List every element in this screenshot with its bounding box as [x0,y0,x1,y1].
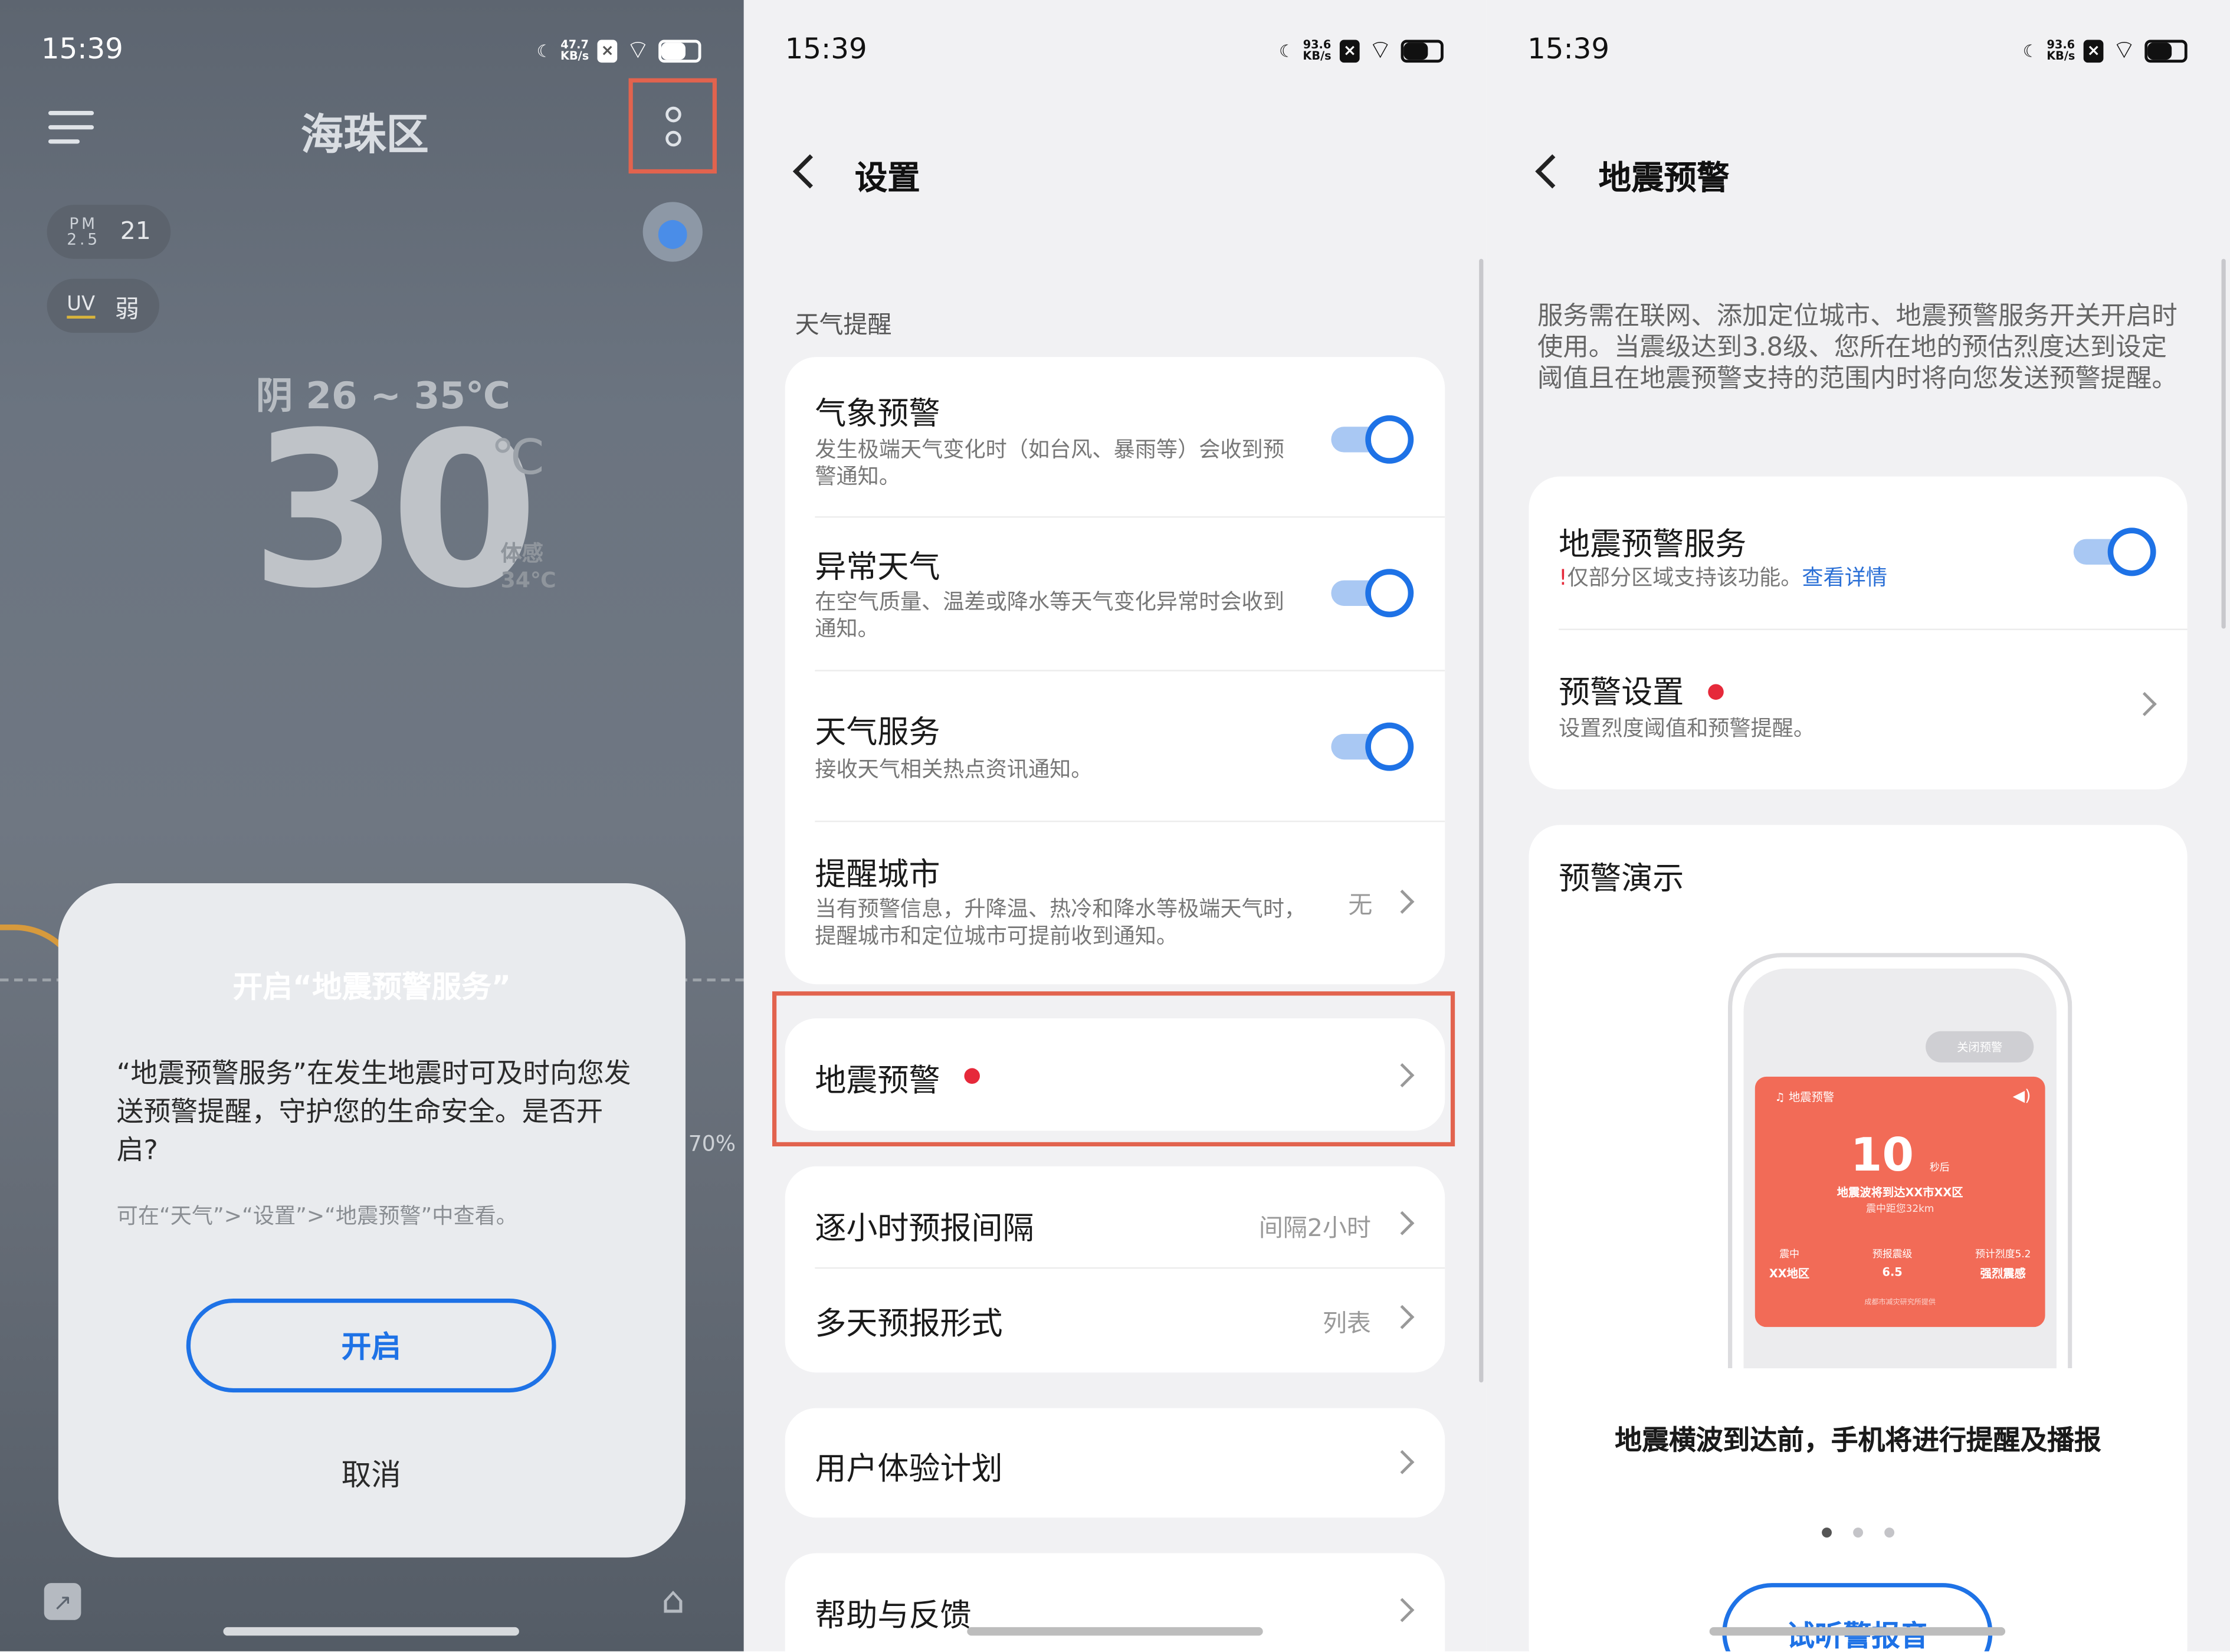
battery-icon [1401,39,1444,62]
weather-alerts-card: 气象预警 发生极端天气变化时（如台风、暴雨等）会收到预警通知。 异常天气 在空气… [785,357,1445,985]
chevron-right-icon [1390,1063,1415,1087]
listen-alarm-button[interactable]: 试听警报音 [1722,1583,1993,1651]
service-description: 服务需在联网、添加定位城市、地震预警服务开关开启时使用。当震级达到3.8级、您所… [1537,301,2177,394]
temperature-unit: ℃ [490,430,545,487]
setting-row-hourly-interval[interactable]: 逐小时预报间隔 间隔2小时 [785,1166,1445,1267]
earthquake-service-toggle[interactable] [2073,527,2156,576]
gesture-bar [967,1627,1263,1636]
new-badge-dot [1708,684,1724,700]
warning-demo-card: 预警演示 关闭预警 ♫ 地震预警 ◀) 10 秒后 地震波将到达XX市XX区 震… [1529,825,2188,1651]
chevron-right-icon [1390,1598,1415,1622]
map-icon[interactable]: ⬤ [642,202,703,262]
setting-row-weather-service[interactable]: 天气服务 接收天气相关热点资讯通知。 [785,670,1445,821]
dialog-hint: 可在“天气”>“设置”>“地震预警”中查看。 [116,1203,517,1229]
chevron-right-icon [1390,1450,1415,1474]
gesture-bar [1709,1627,2006,1636]
setting-row-abnormal-weather[interactable]: 异常天气 在空气质量、温差或降水等天气变化异常时会收到通知。 [785,516,1445,670]
chevron-right-icon [1390,1304,1415,1329]
earthquake-service-card: 地震预警服务 !仅部分区域支持该功能。查看详情 预警设置 设置烈度阈值和预警提醒… [1529,476,2188,789]
demo-caption: 地震横波到达前，手机将进行提醒及播报 [1615,1425,2101,1457]
status-bar: 15:39 ☾ 93.6 KB/s × ⌔ [1486,25,2230,74]
bell-icon: ♫ [1775,1091,1785,1104]
feels-like: 体感 34℃ [500,540,556,594]
moon-icon: ☾ [536,40,552,61]
earthquake-screen: 15:39 ☾ 93.6 KB/s × ⌔ 地震预警 服务需在联网、添加定位城市、… [1486,0,2230,1651]
network-speed: 93.6 KB/s [2047,37,2075,62]
dialog-body: “地震预警服务”在发生地震时可及时向您发送预警提醒，守护您的生命安全。是否开启? [116,1058,631,1166]
wifi-icon: ⌔ [2112,35,2136,65]
status-bar: 15:39 ☾ 93.6 KB/s × ⌔ [744,25,1486,74]
page-title: 设置 [854,160,920,198]
back-icon[interactable] [1534,151,1560,191]
humidity-value: 70% [688,1130,736,1156]
scrollbar[interactable] [2221,258,2226,629]
sim-off-icon: × [2083,39,2104,62]
wifi-icon: ⌔ [1368,35,1393,65]
moon-icon: ☾ [1279,40,1294,61]
scrollbar[interactable] [1479,258,1484,1383]
setting-row-help[interactable]: 帮助与反馈 [785,1553,1445,1651]
sim-off-icon: × [597,39,618,62]
status-time: 15:39 [785,31,867,65]
carousel-dots[interactable] [1529,1528,2188,1538]
demo-title: 预警演示 [1559,861,1684,898]
setting-row-alert-city[interactable]: 提醒城市 当有预警信息，升降温、热冷和降水等极端天气时，提醒城市和定位城市可提前… [785,821,1445,984]
chevron-right-icon [1390,889,1415,914]
new-badge-dot [964,1068,980,1084]
battery-icon [658,39,701,62]
status-bar: 15:39 ☾ 47.7 KB/s × ⌔ [0,25,744,74]
settings-screen: 15:39 ☾ 93.6 KB/s × ⌔ 设置 天气提醒 气象预警 发生极端天气… [743,0,1487,1651]
dialog-title: 开启“地震预警服务” [232,970,511,1004]
network-speed: 93.6 KB/s [1303,37,1332,62]
chevron-right-icon [2132,691,2157,716]
current-temperature: 30 [250,388,539,636]
setting-row-weather-warning[interactable]: 气象预警 发生极端天气变化时（如台风、暴雨等）会收到预警通知。 [785,357,1445,516]
battery-icon [2144,39,2188,62]
chevron-right-icon [1390,1211,1415,1235]
status-time: 15:39 [1527,31,1610,65]
section-header: 天气提醒 [795,311,892,340]
abnormal-weather-toggle[interactable] [1331,569,1414,618]
moon-icon: ☾ [2022,40,2038,61]
trend-icon[interactable]: ↗ [44,1583,81,1620]
carousel-dot[interactable] [1822,1528,1832,1538]
cancel-button[interactable]: 取消 [186,1437,556,1510]
home-icon[interactable]: ⌂ [661,1583,701,1620]
setting-row-earthquake[interactable]: 地震预警 [785,1018,1445,1131]
uv-chip[interactable]: UV 弱 [47,278,159,333]
more-options-icon[interactable] [628,78,717,174]
sim-off-icon: × [1340,39,1360,62]
setting-row-warning-settings[interactable]: 预警设置 设置烈度阈值和预警提醒。 [1529,629,2188,789]
pm25-chip[interactable]: PM 2.5 21 [47,205,171,259]
forecast-card: 逐小时预报间隔 间隔2小时 多天预报形式 列表 [785,1166,1445,1373]
setting-row-ux-plan[interactable]: 用户体验计划 [785,1408,1445,1518]
status-time: 15:39 [41,31,123,65]
carousel-dot[interactable] [1884,1528,1895,1538]
speaker-icon: ◀) [2012,1086,2031,1106]
demo-alert-card: ♫ 地震预警 ◀) 10 秒后 地震波将到达XX市XX区 震中距您32km 震中… [1755,1076,2045,1328]
setting-row-multiday-format[interactable]: 多天预报形式 列表 [785,1267,1445,1372]
back-icon[interactable] [792,151,818,191]
wifi-icon: ⌔ [625,35,650,65]
weather-screen: 15:39 ☾ 47.7 KB/s × ⌔ 海珠区 PM 2.5 21 UV 弱 ⬤… [0,0,744,1651]
page-title: 地震预警 [1598,160,1730,198]
weather-warning-toggle[interactable] [1331,415,1414,464]
carousel-dot[interactable] [1853,1528,1864,1538]
view-details-link[interactable]: 查看详情 [1802,565,1887,590]
weather-service-toggle[interactable] [1331,722,1414,771]
demo-phone-illustration: 关闭预警 ♫ 地震预警 ◀) 10 秒后 地震波将到达XX市XX区 震中距您32… [1728,953,2072,1369]
enable-button[interactable]: 开启 [186,1298,556,1393]
gesture-bar [223,1627,519,1636]
demo-close-pill: 关闭预警 [1926,1031,2034,1063]
setting-row-earthquake-service[interactable]: 地震预警服务 !仅部分区域支持该功能。查看详情 [1529,477,2188,629]
network-speed: 47.7 KB/s [560,37,589,62]
